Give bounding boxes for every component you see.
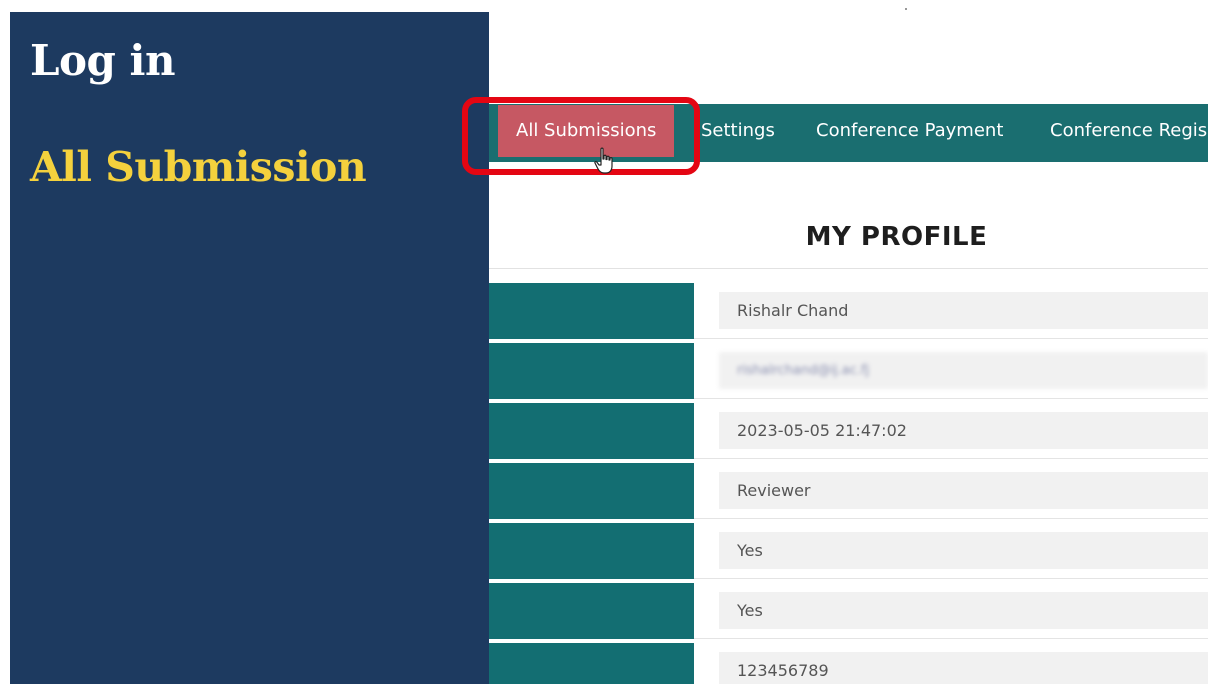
instruction-title: Log in xyxy=(30,36,176,85)
instruction-subtitle: All Submission xyxy=(30,143,367,191)
profile-row-date: 2023-05-05 21:47:02 xyxy=(489,403,1208,463)
instruction-panel: Log in All Submission xyxy=(10,12,489,684)
profile-table: Rishalr Chand rishalrchand@ij.ac.fj 2023… xyxy=(489,283,1208,684)
profile-row-label xyxy=(489,403,694,459)
nav-conference-registration[interactable]: Conference Regis xyxy=(1050,104,1207,158)
nav-conference-payment[interactable]: Conference Payment xyxy=(816,104,1003,158)
profile-row-label xyxy=(489,463,694,519)
profile-row-label xyxy=(489,643,694,684)
profile-row-option-2: Yes xyxy=(489,583,1208,643)
profile-row-phone: 123456789 xyxy=(489,643,1208,684)
profile-email-value: rishalrchand@ij.ac.fj xyxy=(719,352,1208,389)
profile-date-value: 2023-05-05 21:47:02 xyxy=(719,412,1208,449)
profile-row-label xyxy=(489,523,694,579)
profile-row-email: rishalrchand@ij.ac.fj xyxy=(489,343,1208,403)
profile-row-name: Rishalr Chand xyxy=(489,283,1208,343)
profile-row-label xyxy=(489,583,694,639)
nav-settings[interactable]: Settings xyxy=(701,104,775,158)
profile-row-option-1: Yes xyxy=(489,523,1208,583)
profile-divider xyxy=(489,268,1208,269)
top-mark xyxy=(905,8,907,10)
profile-phone-value: 123456789 xyxy=(719,652,1208,684)
highlight-annotation-box xyxy=(462,97,700,175)
profile-title: MY PROFILE xyxy=(805,222,988,252)
profile-row-label xyxy=(489,283,694,339)
hand-pointer-cursor-icon xyxy=(594,147,613,174)
profile-row-role: Reviewer xyxy=(489,463,1208,523)
profile-option-2-value: Yes xyxy=(719,592,1208,629)
screen: Log in All Submission All Submissions Se… xyxy=(0,0,1208,684)
profile-row-label xyxy=(489,343,694,399)
profile-name-value: Rishalr Chand xyxy=(719,292,1208,329)
profile-role-value: Reviewer xyxy=(719,472,1208,509)
profile-option-1-value: Yes xyxy=(719,532,1208,569)
